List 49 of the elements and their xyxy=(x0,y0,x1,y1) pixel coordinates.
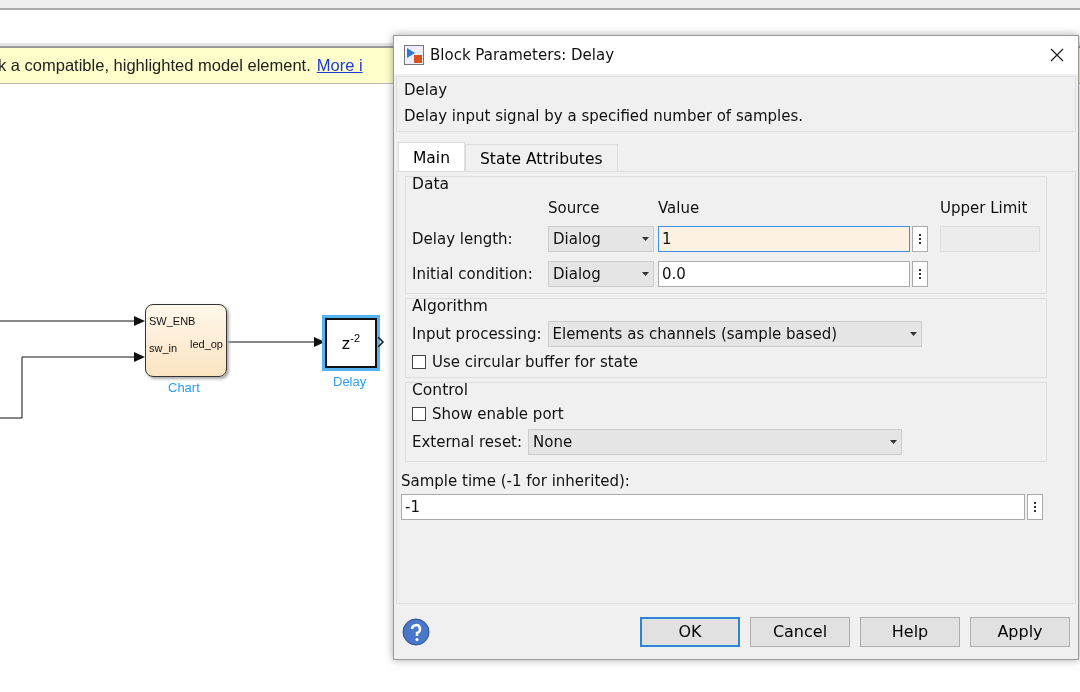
block-icon xyxy=(404,45,424,65)
delay-block[interactable]: z$^{-2}$ xyxy=(325,318,377,368)
checkbox[interactable] xyxy=(412,407,426,421)
column-header: Upper Limit xyxy=(940,199,1029,217)
group-title: Algorithm xyxy=(412,297,489,315)
field-label: Delay length: xyxy=(412,230,514,248)
more-button[interactable] xyxy=(912,261,928,287)
checkbox-label: Use circular buffer for state xyxy=(432,353,638,371)
port-label: sw_in xyxy=(149,342,178,354)
field-label: External reset: xyxy=(412,433,523,451)
output-port-icon xyxy=(378,337,384,347)
caret-icon xyxy=(642,237,649,241)
dialog-button[interactable]: Apply xyxy=(970,616,1070,647)
dropdown[interactable]: Elements as channels (sample based) xyxy=(547,321,922,347)
more-info-link[interactable]: More i xyxy=(316,56,363,75)
port-label: SW_ENB xyxy=(149,315,196,327)
block-label: Delay xyxy=(333,374,367,389)
column-header: Value xyxy=(658,199,701,217)
field-label: Input processing: xyxy=(412,325,542,343)
more-button[interactable] xyxy=(912,226,928,252)
dropdown[interactable]: Dialog xyxy=(548,261,654,287)
dialog-button[interactable]: Help xyxy=(860,616,960,647)
dropdown[interactable]: Dialog xyxy=(548,226,654,252)
group-title: Control xyxy=(412,381,470,399)
caret-icon xyxy=(890,440,898,444)
field-label: Initial condition: xyxy=(412,265,534,283)
tab[interactable]: State Attributes xyxy=(465,144,618,171)
field-label: Sample time (-1 for inherited): xyxy=(401,472,631,490)
block-label: Chart xyxy=(168,380,200,395)
port-label: led_op xyxy=(189,338,223,350)
block-type: Delay xyxy=(404,81,448,99)
group-title: Data xyxy=(412,175,450,193)
value-field[interactable]: 1 xyxy=(658,226,910,252)
sample-time-field[interactable]: -1 xyxy=(401,494,1025,520)
chart-block[interactable]: SW_ENB sw_in led_op xyxy=(145,304,227,377)
column-header: Source xyxy=(548,199,601,217)
more-button[interactable] xyxy=(1027,494,1043,520)
dropdown[interactable]: None xyxy=(528,429,903,455)
caret-icon xyxy=(909,332,917,336)
checkbox[interactable] xyxy=(412,355,426,369)
window-title: Block Parameters: Delay xyxy=(430,46,616,64)
value-field[interactable]: 0.0 xyxy=(658,261,910,287)
block-description: Delay input signal by a specified number of samples. xyxy=(404,107,804,125)
caret-icon xyxy=(642,272,649,276)
checkbox-label: Show enable port xyxy=(432,405,564,423)
dialog-button[interactable]: OK xyxy=(640,616,740,647)
dialog-button[interactable]: Cancel xyxy=(750,616,850,647)
help-icon[interactable] xyxy=(402,617,430,646)
tab[interactable]: Main xyxy=(398,142,465,171)
